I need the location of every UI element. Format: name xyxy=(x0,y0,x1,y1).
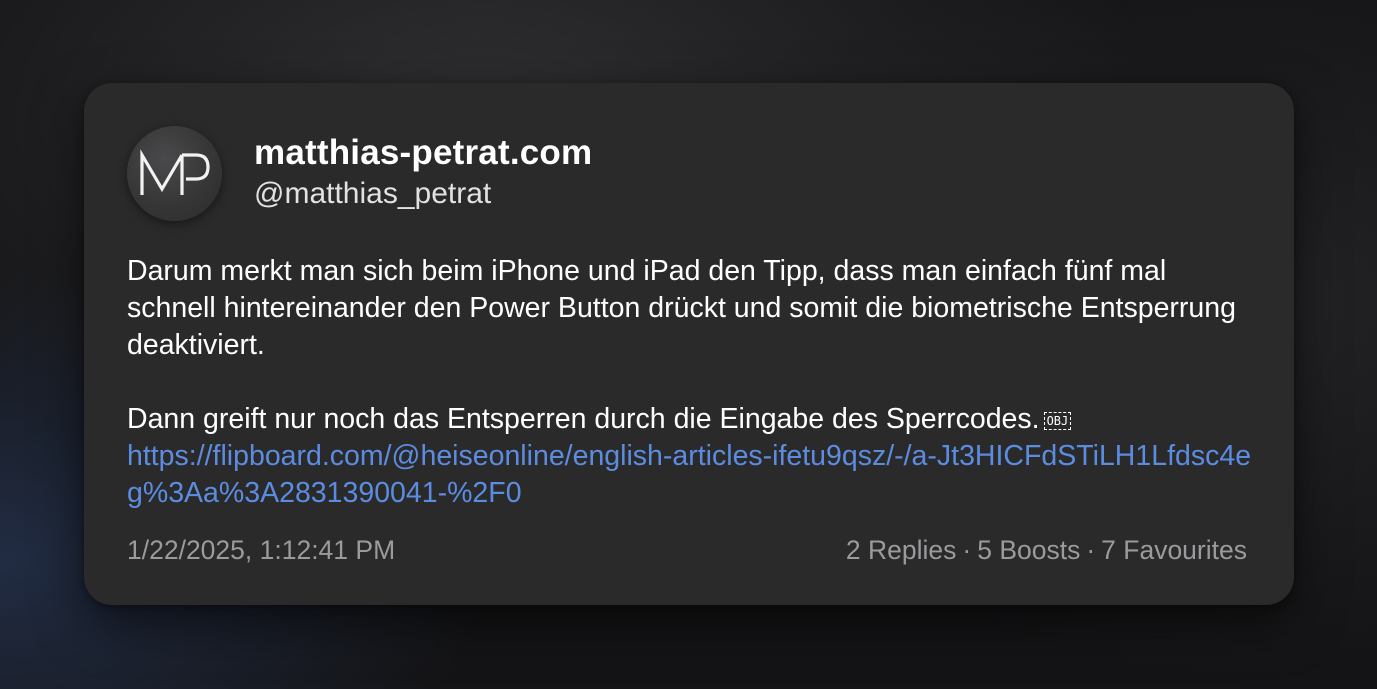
stats-separator: · xyxy=(962,535,972,565)
display-name[interactable]: matthias-petrat.com xyxy=(254,133,592,173)
post-card: matthias-petrat.com @matthias_petrat Dar… xyxy=(84,83,1294,605)
post-stats: 2 Replies · 5 Boosts · 7 Favourites xyxy=(846,535,1247,566)
boosts-count[interactable]: 5 Boosts xyxy=(977,535,1080,565)
stats-separator: · xyxy=(1086,535,1096,565)
post-footer: 1/22/2025, 1:12:41 PM 2 Replies · 5 Boosts… xyxy=(127,535,1247,566)
favourites-count[interactable]: 7 Favourites xyxy=(1101,535,1247,565)
account-handle[interactable]: @matthias_petrat xyxy=(254,177,491,211)
post-paragraph: Dann greift nur noch das Entsperren durc… xyxy=(127,401,1257,512)
post-link[interactable]: https://flipboard.com/@heiseonline/engli… xyxy=(127,440,1251,509)
avatar[interactable] xyxy=(127,126,222,221)
mp-logo-icon xyxy=(139,148,210,195)
post-text: Darum merkt man sich beim iPhone und iPa… xyxy=(127,255,1236,361)
post-timestamp: 1/22/2025, 1:12:41 PM xyxy=(127,535,396,565)
post-paragraph: Darum merkt man sich beim iPhone und iPa… xyxy=(127,253,1257,364)
replies-count[interactable]: 2 Replies xyxy=(846,535,956,565)
post-text: Dann greift nur noch das Entsperren durc… xyxy=(127,403,1040,435)
post-content: Darum merkt man sich beim iPhone und iPa… xyxy=(127,253,1257,512)
object-replacement-icon: OBJ xyxy=(1043,412,1072,430)
